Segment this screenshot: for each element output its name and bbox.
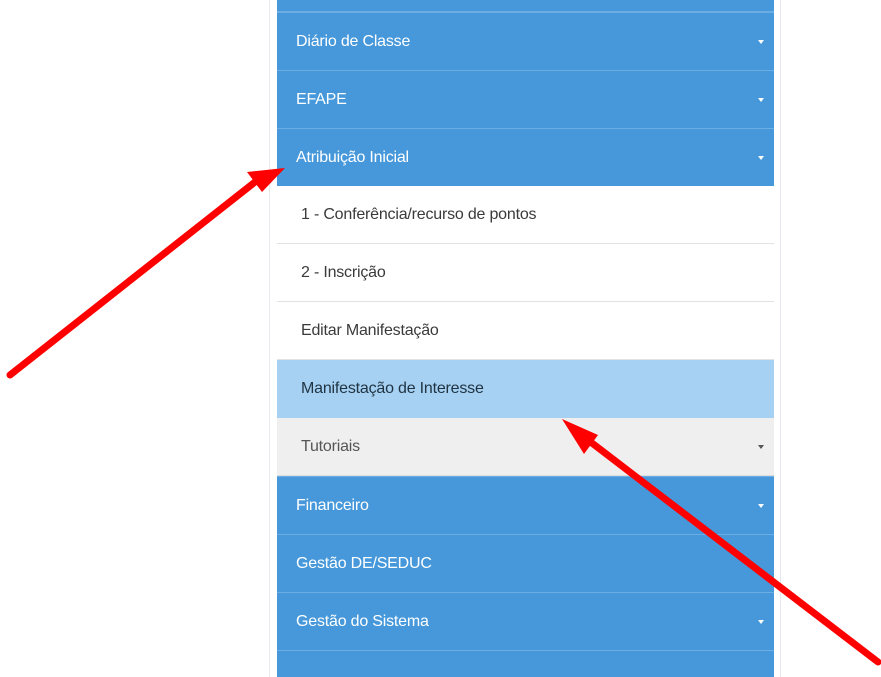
menu-item-label: EFAPE — [296, 90, 347, 108]
menu-item-label: Gestão DE/SEDUC — [296, 554, 432, 572]
red-arrow-icon — [6, 168, 285, 379]
submenu-item-label: Editar Manifestação — [301, 321, 439, 339]
menu-item-gestao-de-seduc[interactable]: Gestão DE/SEDUC — [277, 534, 774, 592]
caret-down-icon — [758, 97, 764, 102]
menu-item-label: Atribuição Inicial — [296, 148, 409, 166]
submenu-item-tutoriais[interactable]: Tutoriais — [277, 418, 774, 476]
submenu-item-label: 2 - Inscrição — [301, 263, 386, 281]
menu-item-label: Financeiro — [296, 496, 369, 514]
submenu-item-conferencia[interactable]: 1 - Conferência/recurso de pontos — [277, 186, 774, 244]
menu-item-efape[interactable]: EFAPE — [277, 70, 774, 128]
menu-item-financeiro[interactable]: Financeiro — [277, 476, 774, 534]
menu-item-label: Gestão do Sistema — [296, 612, 429, 630]
caret-down-icon — [758, 444, 764, 449]
menu-item-diario-de-classe[interactable]: Diário de Classe — [277, 12, 774, 70]
screenshot-page: Diário de Classe EFAPE Atribuição Inicia… — [0, 0, 881, 677]
menu-item-label: Diário de Classe — [296, 32, 411, 50]
sidebar-menu-list: Diário de Classe EFAPE Atribuição Inicia… — [277, 0, 774, 677]
caret-down-icon — [758, 503, 764, 508]
sidebar-menu: Diário de Classe EFAPE Atribuição Inicia… — [269, 0, 781, 677]
caret-down-icon — [758, 39, 764, 44]
menu-item-partial-top[interactable] — [277, 0, 774, 12]
caret-down-icon — [758, 619, 764, 624]
menu-item-gestao-do-sistema[interactable]: Gestão do Sistema — [277, 592, 774, 650]
submenu-item-label: Tutoriais — [301, 437, 360, 455]
caret-down-icon — [758, 155, 764, 160]
submenu-item-editar-manifestacao[interactable]: Editar Manifestação — [277, 302, 774, 360]
submenu-item-inscricao[interactable]: 2 - Inscrição — [277, 244, 774, 302]
submenu-item-manifestacao-de-interesse[interactable]: Manifestação de Interesse — [277, 360, 774, 418]
menu-item-partial-bottom[interactable] — [277, 650, 774, 677]
submenu-item-label: Manifestação de Interesse — [301, 380, 484, 397]
submenu-item-label: 1 - Conferência/recurso de pontos — [301, 205, 537, 223]
menu-item-atribuicao-inicial[interactable]: Atribuição Inicial — [277, 128, 774, 186]
